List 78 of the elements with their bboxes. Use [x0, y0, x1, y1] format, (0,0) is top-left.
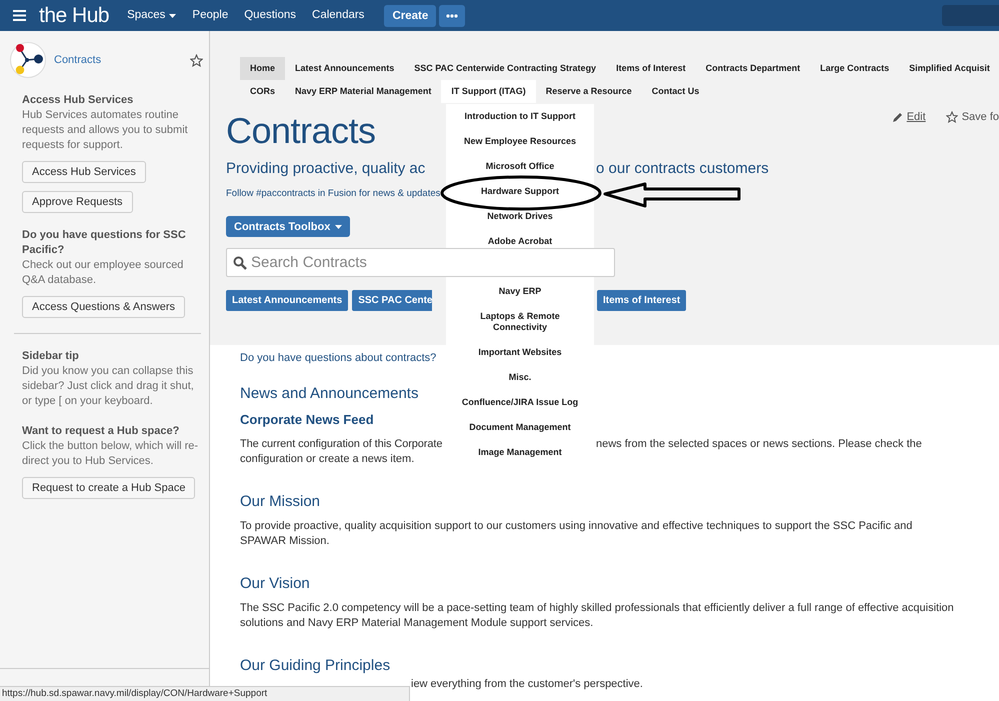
quick-link-button[interactable]: Latest Announcements [226, 290, 348, 311]
section-text: Click the button below, which will re-direct you to Hub Services. [22, 439, 200, 469]
search-field[interactable]: Search Contracts [226, 248, 615, 277]
hub-logo[interactable]: the Hub [39, 0, 110, 31]
nav-tab[interactable]: Items of Interest [606, 57, 696, 80]
nav-link[interactable]: People [184, 0, 236, 31]
quick-link-button[interactable]: Items of Interest [597, 290, 686, 311]
menu-item[interactable]: Misc. [508, 372, 532, 383]
page-title: Contracts [226, 109, 376, 153]
menu-item[interactable]: Image Management [478, 447, 562, 458]
nav-tab[interactable]: Navy ERP Material Management [285, 80, 442, 103]
space-logo-icon[interactable] [10, 42, 46, 78]
section-heading: Our Vision [240, 574, 310, 594]
menu-item[interactable]: Document Management [469, 422, 571, 433]
nav-link[interactable]: Calendars [304, 0, 372, 31]
nav-tab[interactable]: Contact Us [642, 80, 710, 103]
nav-tab[interactable]: IT Support (ITAG) [441, 80, 536, 103]
menu-item[interactable]: Confluence/JIRA Issue Log [462, 397, 578, 408]
pencil-icon [892, 112, 903, 122]
nav-tab[interactable]: Reserve a Resource [536, 80, 642, 103]
follow-text: Follow #paccontracts in Fusion for news & updates. [226, 187, 444, 201]
body-text: The SSC Pacific 2.0 competency will be a pace-setting team of highly skilled professionals that efficiently deliver a full range of effective acquisition solutions and Navy ERP Material Management Module support services. [240, 601, 955, 631]
toolbox-button[interactable]: Contracts Toolbox [226, 216, 350, 237]
menu-item[interactable]: Microsoft Office [486, 161, 554, 172]
nav-link[interactable]: Questions [236, 0, 304, 31]
menu-item[interactable]: Network Drives [487, 211, 553, 222]
sidebar-button[interactable]: Access Questions & Answers [22, 296, 186, 318]
create-button[interactable]: Create [384, 4, 436, 26]
section-text: Hub Services automates routine requests and allows you to submit requests for support. [22, 108, 189, 153]
feed-title: Corporate News Feed [240, 412, 374, 428]
menu-item[interactable]: New Employee Resources [464, 136, 576, 147]
sidebar-button[interactable]: Access Hub Services [22, 161, 146, 183]
tagline-text: Providing proactive, quality ac [226, 159, 426, 179]
nav-link[interactable]: Spaces [119, 0, 184, 31]
nav-tab[interactable]: CORs [240, 80, 286, 103]
body-text: iew everything from the customer's perspective. [411, 678, 643, 691]
section-text: Check out our employee sourced Q&A database. [22, 258, 184, 288]
sidebar-button[interactable]: Approve Requests [22, 191, 132, 213]
section-heading: News and Announcements [240, 384, 418, 404]
menu-item[interactable]: Adobe Acrobat [488, 236, 552, 247]
nav-tab[interactable]: Latest Announcements [285, 57, 404, 80]
section-heading: Our Guiding Principles [240, 656, 390, 676]
search-icon [233, 256, 247, 270]
nav-tab[interactable]: Large Contracts [810, 57, 900, 80]
section-heading: Do you have questions for SSC Pacific? [22, 228, 187, 258]
menu-icon[interactable] [13, 10, 26, 21]
search-field[interactable] [942, 5, 999, 26]
quick-link-button[interactable]: SSC PAC Cente [352, 290, 432, 311]
body-text: The current configuration of this Corporate [240, 437, 444, 452]
question-text: Do you have questions about contracts? [240, 351, 436, 366]
tagline-text: o our contracts customers [596, 159, 770, 179]
space-name-link[interactable]: Contracts [54, 52, 190, 68]
nav-tab[interactable]: SSC PAC Centerwide Contracting Strategy [404, 57, 606, 80]
edit-link[interactable]: Edit [906, 111, 926, 123]
caret-icon [335, 224, 342, 228]
star-icon [946, 111, 958, 123]
menu-item[interactable]: Introduction to IT Support [464, 111, 576, 122]
nav-tab[interactable]: Simplified Acquisit [899, 57, 999, 80]
menu-item[interactable]: Laptops & Remote Connectivity [460, 311, 580, 333]
section-heading: Sidebar tip [22, 349, 80, 364]
save-link[interactable]: Save fo [962, 111, 999, 123]
ellipsis-icon [446, 14, 458, 18]
menu-item[interactable]: Hardware Support [480, 186, 559, 197]
section-heading: Our Mission [240, 492, 320, 512]
menu-item[interactable]: Navy ERP [498, 286, 542, 297]
body-text: To provide proactive, quality acquisition support to our customers using innovative and effective techniques to support the SSC Pacific and SPAWAR Mission. [240, 519, 914, 549]
section-heading: Access Hub Services [22, 93, 134, 108]
more-button[interactable] [439, 4, 466, 26]
status-url: https://hub.sd.spawar.navy.mil/display/CON/Hardware+Support [1, 687, 268, 700]
nav-tab[interactable]: Contracts Department [696, 57, 810, 80]
star-icon[interactable] [190, 54, 203, 66]
menu-item[interactable]: Important Websites [478, 347, 562, 358]
body-text: news from the selected spaces or news sections. Please check the [596, 437, 923, 452]
nav-tab[interactable]: Home [240, 57, 286, 80]
body-text: configuration or create a news item. [240, 452, 414, 467]
sidebar-button[interactable]: Request to create a Hub Space [22, 477, 196, 499]
section-heading: Want to request a Hub space? [22, 424, 180, 439]
section-text: Did you know you can collapse this sidebar? Just click and drag it shut, or type [ on your keyboard. [22, 364, 195, 409]
